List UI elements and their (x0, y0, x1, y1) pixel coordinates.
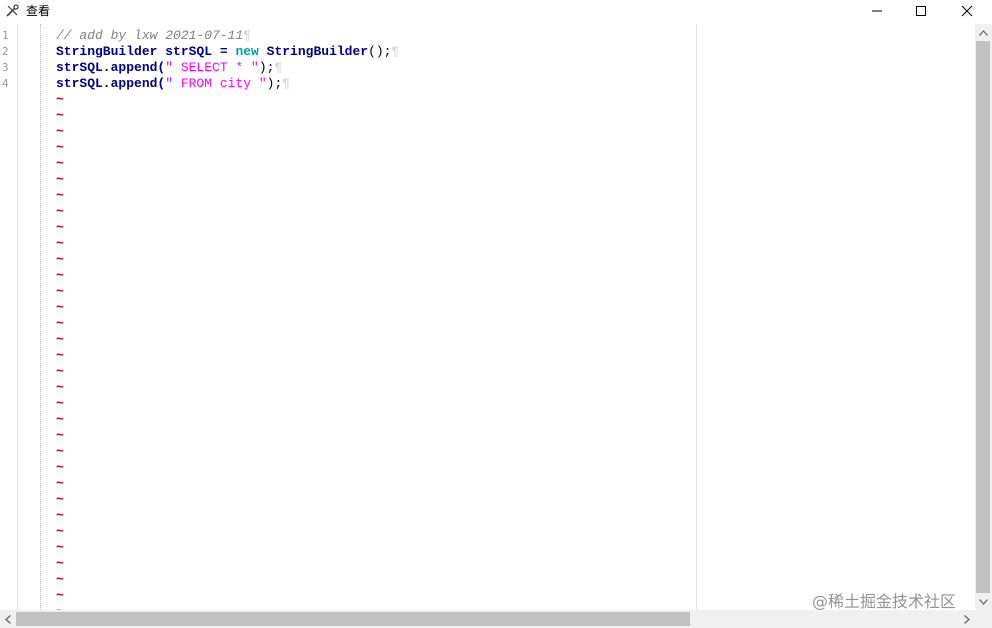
code-token: StringBuilder (266, 44, 369, 59)
horizontal-scrollbar[interactable] (0, 610, 975, 628)
empty-line-marker: ~ (56, 444, 64, 459)
empty-line-marker: ~ (56, 572, 64, 587)
minimize-button[interactable] (854, 0, 900, 22)
vertical-scroll-thumb[interactable] (976, 41, 990, 593)
empty-line-marker: ~ (56, 332, 64, 347)
line-number: 2 (2, 45, 9, 58)
scroll-left-icon[interactable] (0, 610, 16, 628)
code-token: StringBuilder strSQL = (56, 44, 236, 59)
empty-line-marker: ~ (56, 524, 64, 539)
empty-line-marker: ~ (56, 508, 64, 523)
minimize-icon (872, 10, 882, 12)
code-token: // add by lxw 2021-07-11 (56, 28, 244, 43)
empty-line-marker: ~ (56, 124, 64, 139)
code-editor[interactable]: 1234 // add by lxw 2021-07-11¶ StringBuil… (0, 24, 975, 610)
code-area[interactable]: // add by lxw 2021-07-11¶ StringBuilder s… (56, 28, 399, 610)
pilcrow-marker: ¶ (282, 76, 291, 91)
close-icon (961, 5, 973, 17)
indent-guide (40, 24, 41, 610)
code-line: StringBuilder strSQL = new StringBuilder… (56, 44, 399, 60)
empty-line-marker: ~ (56, 252, 64, 267)
empty-line-marker: ~ (56, 316, 64, 331)
empty-line-marker: ~ (56, 460, 64, 475)
empty-line-marker: ~ (56, 380, 64, 395)
pilcrow-marker: ¶ (391, 44, 400, 59)
empty-line-marker: ~ (56, 588, 64, 603)
empty-line-marker: ~ (56, 92, 64, 107)
horizontal-scroll-thumb[interactable] (16, 612, 690, 626)
empty-line-marker: ~ (56, 284, 64, 299)
scroll-right-icon[interactable] (959, 610, 975, 628)
line-number: 3 (2, 61, 9, 74)
empty-line-marker: ~ (56, 540, 64, 555)
code-token: strSQL.append( (56, 76, 166, 91)
empty-line-marker: ~ (56, 556, 64, 571)
empty-line-marker: ~ (56, 396, 64, 411)
pilcrow-marker: ¶ (243, 28, 252, 43)
scroll-down-icon[interactable] (975, 593, 992, 610)
empty-line-marker: ~ (56, 156, 64, 171)
empty-line-marker: ~ (56, 476, 64, 491)
empty-line-marker: ~ (56, 268, 64, 283)
watermark: @稀土掘金技术社区 (812, 592, 957, 611)
empty-line-marker: ~ (56, 364, 64, 379)
vertical-scrollbar[interactable] (975, 24, 992, 610)
code-token: new (235, 44, 259, 59)
tools-icon (4, 3, 20, 19)
title-bar[interactable]: 查看 (0, 0, 992, 22)
empty-line-marker: ~ (56, 492, 64, 507)
code-token: " SELECT * " (165, 60, 259, 75)
empty-line-marker: ~ (56, 188, 64, 203)
maximize-button[interactable] (898, 0, 944, 22)
code-line: strSQL.append(" FROM city ");¶ (56, 76, 399, 92)
empty-line-marker: ~ (56, 300, 64, 315)
line-number: 1 (2, 29, 9, 42)
empty-line-marker: ~ (56, 236, 64, 251)
scrollbar-corner (975, 610, 992, 628)
line-number-gutter: 1 2 3 4 (0, 24, 18, 610)
empty-line-marker: ~ (56, 220, 64, 235)
edge-line (696, 24, 697, 610)
window-title: 查看 (26, 4, 51, 18)
code-line: // add by lxw 2021-07-11¶ (56, 28, 399, 44)
code-token: ); (258, 60, 275, 75)
line-number: 4 (2, 77, 9, 90)
code-line: strSQL.append(" SELECT * ");¶ (56, 60, 399, 76)
empty-line-marker: ~ (56, 412, 64, 427)
code-token: ); (266, 76, 283, 91)
code-token: " FROM city " (165, 76, 267, 91)
empty-line-marker: ~ (56, 428, 64, 443)
empty-line-marker: ~ (56, 140, 64, 155)
empty-line-marker: ~ (56, 172, 64, 187)
pilcrow-marker: ¶ (274, 60, 283, 75)
scroll-up-icon[interactable] (975, 24, 992, 41)
code-token: strSQL.append( (56, 60, 166, 75)
empty-line-marker: ~ (56, 348, 64, 363)
empty-line-marker: ~ (56, 108, 64, 123)
maximize-icon (916, 6, 926, 16)
code-token: (); (368, 44, 392, 59)
empty-line-marker: ~ (56, 204, 64, 219)
close-button[interactable] (944, 0, 990, 22)
